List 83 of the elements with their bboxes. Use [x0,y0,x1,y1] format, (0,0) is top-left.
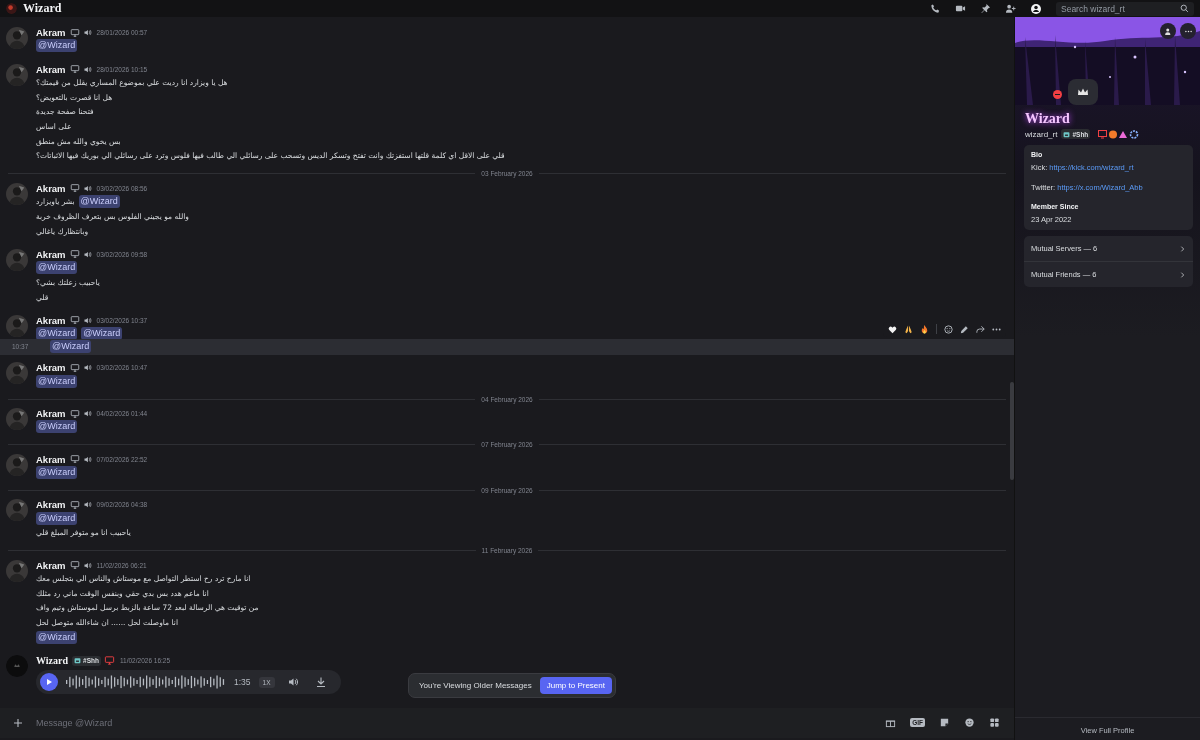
username[interactable]: Akram [36,248,66,260]
username[interactable]: Akram [36,314,66,326]
play-icon [45,678,53,687]
notice-text: You're Viewing Older Messages [419,681,532,690]
add-reaction-button[interactable] [943,323,954,335]
speaker-icon [82,560,92,570]
avatar[interactable] [6,3,17,14]
mention[interactable]: @Wizard [36,466,78,480]
username[interactable]: Akram [36,63,66,75]
speaker-icon [82,28,92,37]
username[interactable]: Akram [36,27,66,38]
jump-to-present-button[interactable]: Jump to Present [539,677,612,694]
speaker-icon [82,315,92,325]
monitor-icon [69,183,80,194]
plus-button[interactable] [12,717,24,729]
person-icon [1163,26,1173,36]
username[interactable]: Akram [36,362,66,374]
apps-icon [989,717,1000,728]
username[interactable]: Akram [36,559,66,571]
add-reaction-icon [943,323,954,335]
username[interactable]: Wizard [36,655,69,667]
sticker-icon [939,717,950,728]
chevron-icon [1179,270,1186,279]
fire-icon [919,323,930,335]
monitor-icon [69,64,80,75]
phone-icon [930,3,941,14]
pin-button[interactable] [980,3,991,14]
display-name: Wizard [1025,111,1071,127]
speaker-icon [82,500,92,510]
monitor-icon [69,362,80,373]
sticker-button[interactable] [939,717,950,728]
tag-icon [1063,130,1071,138]
monitor-icon [69,249,80,260]
monitor-icon [69,560,80,571]
speaker-icon [82,64,92,74]
add-friend-button[interactable] [1005,3,1016,14]
username[interactable]: Akram [36,408,66,419]
monitor-icon [69,408,80,419]
pin-icon [980,3,991,14]
search-field[interactable]: Search wizard_rt [1056,1,1194,16]
mention[interactable]: @Wizard [36,630,78,644]
fire-button[interactable] [919,323,930,335]
mention[interactable]: @Wizard [36,261,78,275]
window-title: Wizard [23,1,62,16]
speaker-icon [82,363,92,373]
mention[interactable]: @Wizard [36,39,78,53]
download-icon [314,676,327,689]
user-profile-button[interactable] [1030,2,1042,15]
chevron-icon [1179,244,1186,253]
play-button[interactable] [40,673,58,692]
mention[interactable]: @Wizard [78,195,120,209]
username[interactable]: Akram [36,182,66,194]
download-button[interactable] [314,676,327,689]
monitor-icon [69,27,80,38]
monitor-icon [69,315,80,326]
monitor-icon [69,454,80,465]
monitor-icon [103,655,115,667]
mention[interactable]: @Wizard [36,420,78,434]
video-camera-icon [955,3,966,14]
crown-icon [1077,88,1089,96]
video-camera-button[interactable] [955,3,966,14]
speaker-icon [82,183,92,193]
phone-button[interactable] [930,3,941,14]
mention[interactable]: @Wizard [50,339,92,353]
speaker-icon [82,249,92,259]
speaker-icon [82,409,92,418]
mention[interactable]: @Wizard [36,511,78,525]
mention[interactable]: @Wizard [36,374,78,388]
add-friend-icon [1005,3,1016,14]
emoji-button[interactable] [964,717,975,728]
forward-button[interactable] [975,323,986,335]
apps-button[interactable] [989,717,1000,728]
username: wizard_rt [1025,129,1058,139]
speaker-icon [82,454,92,464]
plus-icon [12,717,24,729]
username[interactable]: Akram [36,453,66,465]
duration: 1:35 [234,677,251,688]
tag-icon [74,657,82,665]
monitor-icon [69,499,80,510]
username[interactable]: Akram [36,499,66,511]
forward-icon [975,323,986,335]
search-icon [1180,4,1189,13]
emoji-icon [964,717,975,728]
